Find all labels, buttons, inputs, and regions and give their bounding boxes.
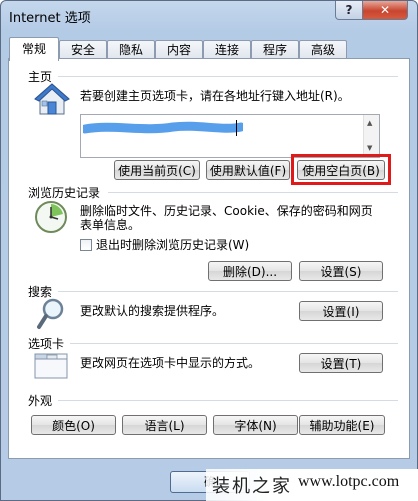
languages-button[interactable]: 语言(L): [122, 415, 207, 435]
search-magnifier-icon: [37, 298, 64, 329]
highlight-annotation: [291, 154, 391, 185]
text-cursor: [236, 120, 237, 136]
fonts-button[interactable]: 字体(N): [213, 415, 298, 435]
tabbed-window-icon: [34, 353, 68, 379]
window-title: Internet 选项: [9, 11, 91, 26]
watermark-site-name: 装机之家: [212, 476, 292, 497]
tab-advanced[interactable]: 高级: [299, 40, 347, 60]
search-description: 更改默认的搜索提供程序。: [80, 304, 225, 318]
help-button[interactable]: ?: [335, 1, 363, 20]
delete-history-on-exit-checkbox[interactable]: [80, 239, 92, 251]
use-current-page-button[interactable]: 使用当前页(C): [114, 160, 200, 180]
homepage-divider: [58, 76, 398, 77]
redacted-address-scribble: [83, 121, 243, 134]
tabs-settings-button[interactable]: 设置(T): [299, 353, 383, 373]
search-divider: [58, 291, 398, 292]
scroll-down-arrow-icon[interactable]: ▼: [367, 144, 372, 152]
address-scrollbar[interactable]: ▲ ▼: [363, 115, 379, 157]
title-bar[interactable]: Internet 选项 ? ✕: [1, 1, 417, 29]
history-description-line2: 表单信息。: [80, 218, 141, 232]
history-settings-button[interactable]: 设置(S): [299, 261, 383, 281]
search-settings-button[interactable]: 设置(I): [299, 301, 383, 321]
delete-history-on-exit-label[interactable]: 退出时删除浏览历史记录(W): [96, 237, 249, 253]
history-clock-icon: [35, 201, 67, 233]
appearance-divider: [58, 400, 398, 401]
scroll-up-arrow-icon[interactable]: ▲: [367, 119, 372, 127]
watermark-url: www.lotpc.com: [298, 473, 400, 490]
tab-connections[interactable]: 连接: [203, 40, 251, 60]
tabs-description: 更改网页在选项卡中显示的方式。: [80, 356, 261, 370]
colors-button[interactable]: 颜色(O): [31, 415, 116, 435]
tab-programs[interactable]: 程序: [251, 40, 299, 60]
delete-history-button[interactable]: 删除(D)...: [208, 261, 292, 281]
tab-content[interactable]: 内容: [155, 40, 203, 60]
close-button[interactable]: ✕: [362, 1, 408, 20]
homepage-description: 若要创建主页选项卡，请在各地址行键入地址(R)。: [80, 89, 350, 103]
tab-strip: 常规 安全 隐私 内容 连接 程序 高级: [9, 37, 409, 61]
tab-general[interactable]: 常规: [9, 37, 59, 61]
home-icon: [34, 83, 70, 115]
history-divider: [108, 192, 398, 193]
appearance-group-label: 外观: [28, 394, 53, 408]
tab-privacy[interactable]: 隐私: [107, 40, 155, 60]
tabs-divider: [70, 343, 398, 344]
tab-security[interactable]: 安全: [59, 40, 107, 60]
accessibility-button[interactable]: 辅助功能(E): [299, 415, 385, 435]
use-default-button[interactable]: 使用默认值(F): [206, 160, 290, 180]
homepage-address-field[interactable]: ▲ ▼: [80, 114, 380, 158]
